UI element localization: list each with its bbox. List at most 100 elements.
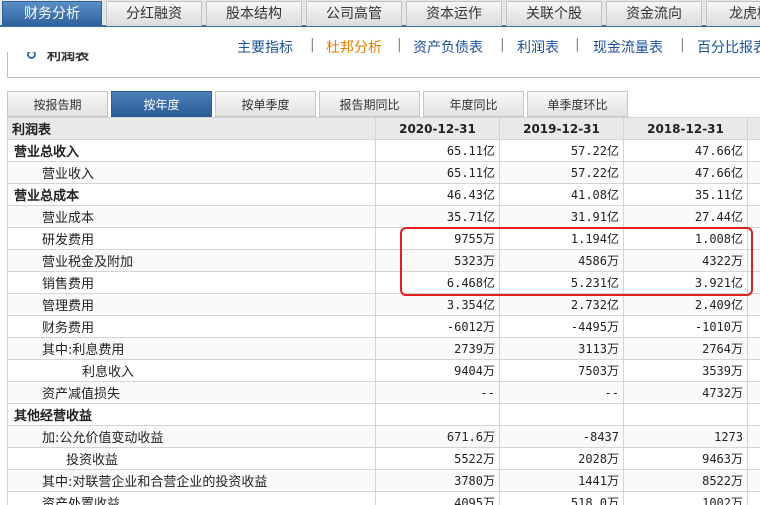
column-header-2018: 2018-12-31 — [623, 117, 748, 140]
top-tab-share-structure[interactable]: 股本结构 — [206, 1, 302, 26]
tab-by-quarter[interactable]: 按单季度 — [215, 91, 316, 117]
cell-value: 8522万 — [623, 469, 748, 492]
cell-value: 1441万 — [499, 469, 624, 492]
tab-by-report-period[interactable]: 按报告期 — [7, 91, 108, 117]
table-row: 营业成本 35.71亿 31.91亿 27.44亿 — [7, 205, 760, 228]
row-label: 加:公允价值变动收益 — [7, 425, 376, 448]
row-label: 资产减值损失 — [7, 381, 376, 404]
cell-value — [375, 403, 500, 426]
cell-value: 5.231亿 — [499, 271, 624, 294]
subnav-separator: | — [575, 37, 580, 53]
cell-extra — [747, 271, 760, 294]
subnav-separator: | — [500, 37, 505, 53]
top-tab-dividend-financing[interactable]: 分红融资 — [106, 1, 202, 26]
cell-value: 1.194亿 — [499, 227, 624, 250]
top-tab-capital-flow[interactable]: 资金流向 — [606, 1, 702, 26]
subnav-separator: | — [310, 37, 315, 53]
tab-by-year[interactable]: 按年度 — [111, 91, 212, 117]
cell-extra — [747, 161, 760, 184]
cell-value — [623, 403, 748, 426]
cell-value: 41.08亿 — [499, 183, 624, 206]
row-label: 管理费用 — [7, 293, 376, 316]
cell-value: 4095万 — [375, 491, 500, 505]
cell-value: -4495万 — [499, 315, 624, 338]
tab-annual-yoy[interactable]: 年度同比 — [423, 91, 524, 117]
table-row: 资产处置收益 4095万 518.0万 1002万 — [7, 491, 760, 505]
row-label: 研发费用 — [7, 227, 376, 250]
cell-extra — [747, 381, 760, 404]
table-row: 加:公允价值变动收益 671.6万 -8437 1273 — [7, 425, 760, 448]
cell-value: 1273 — [623, 425, 748, 448]
row-label: 利息收入 — [7, 359, 376, 382]
cell-value: 3.354亿 — [375, 293, 500, 316]
top-tab-related-stocks[interactable]: 关联个股 — [506, 1, 602, 26]
cell-value: 6.468亿 — [375, 271, 500, 294]
top-tab-dragon-tiger[interactable]: 龙虎榜 — [706, 1, 760, 26]
cell-value: 2764万 — [623, 337, 748, 360]
row-label: 销售费用 — [7, 271, 376, 294]
tab-quarter-qoq[interactable]: 单季度环比 — [527, 91, 628, 117]
table-row: 营业总收入 65.11亿 57.22亿 47.66亿 — [7, 139, 760, 162]
table-row: 研发费用 9755万 1.194亿 1.008亿 — [7, 227, 760, 250]
column-header-2019: 2019-12-31 — [499, 117, 624, 140]
cell-value: 5522万 — [375, 447, 500, 470]
cell-value: 5323万 — [375, 249, 500, 272]
cell-value: 2028万 — [499, 447, 624, 470]
cell-value: 671.6万 — [375, 425, 500, 448]
cell-extra — [747, 249, 760, 272]
section-header: 利润表 — [7, 52, 760, 78]
row-label: 营业税金及附加 — [7, 249, 376, 272]
table-row: 其中:对联营企业和合营企业的投资收益 3780万 1441万 8522万 — [7, 469, 760, 492]
top-tab-capital-operation[interactable]: 资本运作 — [406, 1, 502, 26]
cell-extra — [747, 337, 760, 360]
cell-extra — [747, 425, 760, 448]
subnav-separator: | — [680, 37, 685, 53]
column-header-extra — [747, 117, 760, 140]
cell-value: 3539万 — [623, 359, 748, 382]
table-row: 其他经营收益 — [7, 403, 760, 426]
cell-value: -- — [375, 381, 500, 404]
cell-value: 1.008亿 — [623, 227, 748, 250]
cell-extra — [747, 469, 760, 492]
cell-value: 4586万 — [499, 249, 624, 272]
row-label: 其中:利息费用 — [7, 337, 376, 360]
cell-extra — [747, 359, 760, 382]
table-row: 营业税金及附加 5323万 4586万 4322万 — [7, 249, 760, 272]
cell-value: 46.43亿 — [375, 183, 500, 206]
cell-extra — [747, 403, 760, 426]
cell-extra — [747, 183, 760, 206]
table-row: 营业收入 65.11亿 57.22亿 47.66亿 — [7, 161, 760, 184]
cell-value: 3.921亿 — [623, 271, 748, 294]
table-row: 资产减值损失 -- -- 4732万 — [7, 381, 760, 404]
cell-value: 57.22亿 — [499, 161, 624, 184]
cell-value: 3113万 — [499, 337, 624, 360]
table-row: 利息收入 9404万 7503万 3539万 — [7, 359, 760, 382]
tab-period-yoy[interactable]: 报告期同比 — [319, 91, 420, 117]
table-row: 其中:利息费用 2739万 3113万 2764万 — [7, 337, 760, 360]
cell-value: 9755万 — [375, 227, 500, 250]
section-bullet-icon — [27, 52, 36, 59]
top-tab-financial-analysis[interactable]: 财务分析 — [2, 1, 102, 26]
row-label: 投资收益 — [7, 447, 376, 470]
table-row: 营业总成本 46.43亿 41.08亿 35.11亿 — [7, 183, 760, 206]
table-row: 投资收益 5522万 2028万 9463万 — [7, 447, 760, 470]
cell-value: 9463万 — [623, 447, 748, 470]
cell-value: -8437 — [499, 425, 624, 448]
cell-value: 4732万 — [623, 381, 748, 404]
cell-value: 27.44亿 — [623, 205, 748, 228]
cell-extra — [747, 139, 760, 162]
top-tab-executives[interactable]: 公司高管 — [306, 1, 402, 26]
cell-value: 4322万 — [623, 249, 748, 272]
cell-value: 65.11亿 — [375, 161, 500, 184]
cell-value: 35.71亿 — [375, 205, 500, 228]
cell-extra — [747, 205, 760, 228]
cell-value: 518.0万 — [499, 491, 624, 505]
table-row: 销售费用 6.468亿 5.231亿 3.921亿 — [7, 271, 760, 294]
period-tabs: 按报告期 按年度 按单季度 报告期同比 年度同比 单季度环比 — [7, 91, 760, 117]
table-header-label: 利润表 — [7, 117, 376, 140]
cell-value — [499, 403, 624, 426]
row-label: 营业收入 — [7, 161, 376, 184]
cell-value: 65.11亿 — [375, 139, 500, 162]
cell-value: -6012万 — [375, 315, 500, 338]
row-label: 其中:对联营企业和合营企业的投资收益 — [7, 469, 376, 492]
